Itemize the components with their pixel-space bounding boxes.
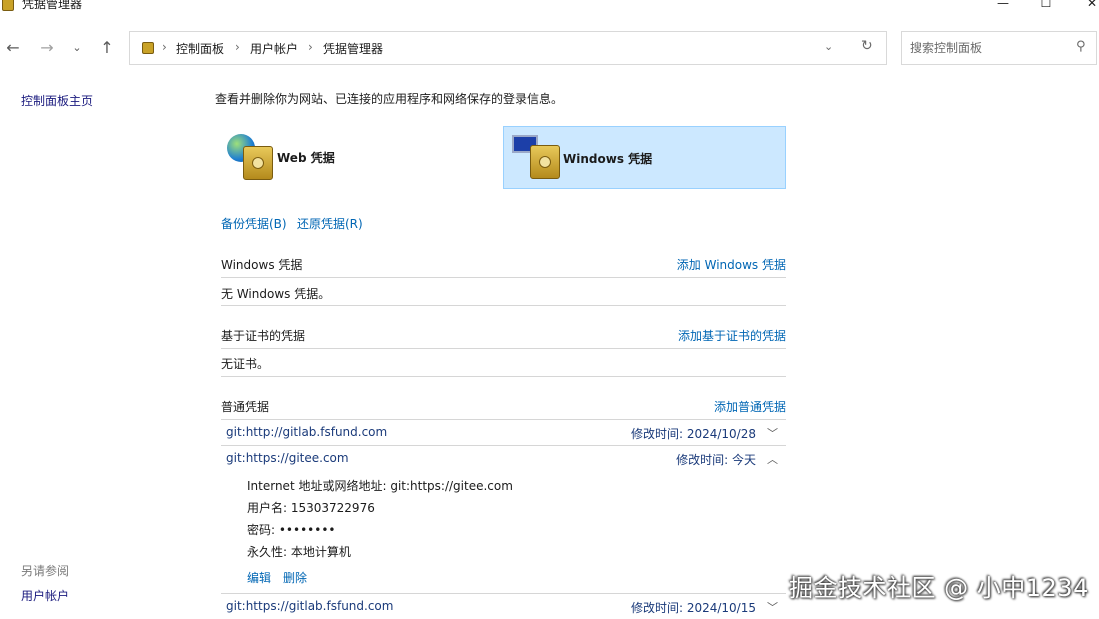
divider bbox=[221, 593, 786, 594]
breadcrumb-separator-icon[interactable]: › bbox=[162, 40, 167, 54]
web-credentials-tile[interactable]: Web 凭据 bbox=[221, 126, 504, 189]
breadcrumb-credential-manager[interactable]: 凭据管理器 bbox=[323, 40, 383, 57]
control-panel-icon bbox=[142, 42, 154, 54]
divider bbox=[221, 277, 786, 278]
up-arrow-icon[interactable]: ↑ bbox=[97, 38, 117, 58]
address-dropdown-icon[interactable]: ⌄ bbox=[824, 40, 833, 53]
restore-credentials-link[interactable]: 还原凭据(R) bbox=[297, 215, 363, 232]
credential-name[interactable]: git:https://gitlab.fsfund.com bbox=[226, 599, 393, 613]
control-panel-home-link[interactable]: 控制面板主页 bbox=[21, 92, 93, 109]
add-windows-credential-link[interactable]: 添加 Windows 凭据 bbox=[677, 256, 786, 273]
address-bar[interactable]: › 控制面板 › 用户帐户 › 凭据管理器 ⌄ ↻ bbox=[129, 31, 887, 65]
window-title: 凭据管理器 bbox=[22, 0, 83, 11]
add-certificate-credential-link[interactable]: 添加基于证书的凭据 bbox=[678, 327, 786, 344]
watermark: 掘金技术社区 @ 小中1234 bbox=[789, 574, 1089, 602]
divider bbox=[221, 305, 786, 306]
delete-credential-link[interactable]: 删除 bbox=[283, 569, 307, 586]
chevron-down-icon[interactable]: ﹀ bbox=[767, 425, 778, 441]
windows-credentials-tile[interactable]: Windows 凭据 bbox=[503, 126, 786, 189]
credential-username: 用户名: 15303722976 bbox=[247, 501, 375, 515]
page-description: 查看并删除你为网站、已连接的应用程序和网络保存的登录信息。 bbox=[215, 92, 564, 106]
edit-credential-link[interactable]: 编辑 bbox=[247, 569, 271, 586]
divider bbox=[221, 419, 786, 420]
vault-icon bbox=[243, 146, 273, 180]
divider bbox=[221, 445, 786, 446]
chevron-down-icon[interactable]: ﹀ bbox=[767, 599, 778, 615]
credential-password: 密码: •••••••• bbox=[247, 523, 336, 537]
backup-credentials-link[interactable]: 备份凭据(B) bbox=[221, 215, 287, 232]
refresh-icon[interactable]: ↻ bbox=[861, 38, 873, 54]
maximize-icon[interactable]: ☐ bbox=[1038, 0, 1054, 10]
breadcrumb-separator-icon[interactable]: › bbox=[235, 40, 240, 54]
chevron-up-icon[interactable]: ︿ bbox=[767, 451, 778, 467]
user-accounts-link[interactable]: 用户帐户 bbox=[21, 587, 69, 604]
divider bbox=[221, 348, 786, 349]
credential-persistence: 永久性: 本地计算机 bbox=[247, 545, 351, 559]
credential-modified: 修改时间: 今天 bbox=[676, 453, 756, 467]
title-bar: 凭据管理器 — ☐ ✕ bbox=[0, 0, 1099, 22]
credential-modified: 修改时间: 2024/10/15 bbox=[630, 601, 756, 615]
recent-locations-chevron-icon[interactable]: ⌄ bbox=[67, 38, 87, 58]
search-box[interactable]: ⚲ bbox=[901, 31, 1097, 65]
credential-manager-icon bbox=[2, 0, 14, 11]
no-certificates-text: 无证书。 bbox=[221, 357, 270, 371]
forward-arrow-icon[interactable]: → bbox=[37, 38, 57, 58]
certificate-credentials-heading: 基于证书的凭据 bbox=[221, 329, 306, 343]
generic-credentials-heading: 普通凭据 bbox=[221, 400, 270, 414]
credential-modified: 修改时间: 2024/10/28 bbox=[630, 427, 756, 441]
search-icon[interactable]: ⚲ bbox=[1076, 39, 1086, 54]
vault-icon bbox=[530, 145, 560, 179]
breadcrumb-separator-icon[interactable]: › bbox=[308, 40, 313, 54]
close-icon[interactable]: ✕ bbox=[1084, 0, 1099, 10]
search-input[interactable] bbox=[910, 40, 1070, 56]
credential-address: Internet 地址或网络地址: git:https://gitee.com bbox=[247, 479, 513, 493]
breadcrumb-control-panel[interactable]: 控制面板 bbox=[176, 40, 224, 57]
credential-name[interactable]: git:http://gitlab.fsfund.com bbox=[226, 425, 387, 439]
divider bbox=[221, 376, 786, 377]
credential-name[interactable]: git:https://gitee.com bbox=[226, 451, 349, 465]
no-windows-credentials-text: 无 Windows 凭据。 bbox=[221, 287, 331, 301]
minimize-icon[interactable]: — bbox=[995, 0, 1011, 10]
add-generic-credential-link[interactable]: 添加普通凭据 bbox=[714, 398, 786, 415]
windows-credentials-label: Windows 凭据 bbox=[563, 152, 653, 166]
windows-credentials-heading: Windows 凭据 bbox=[221, 258, 303, 272]
back-arrow-icon[interactable]: ← bbox=[3, 38, 23, 58]
breadcrumb-user-accounts[interactable]: 用户帐户 bbox=[250, 40, 298, 57]
see-also-heading: 另请参阅 bbox=[21, 564, 70, 578]
web-credentials-label: Web 凭据 bbox=[277, 151, 335, 165]
